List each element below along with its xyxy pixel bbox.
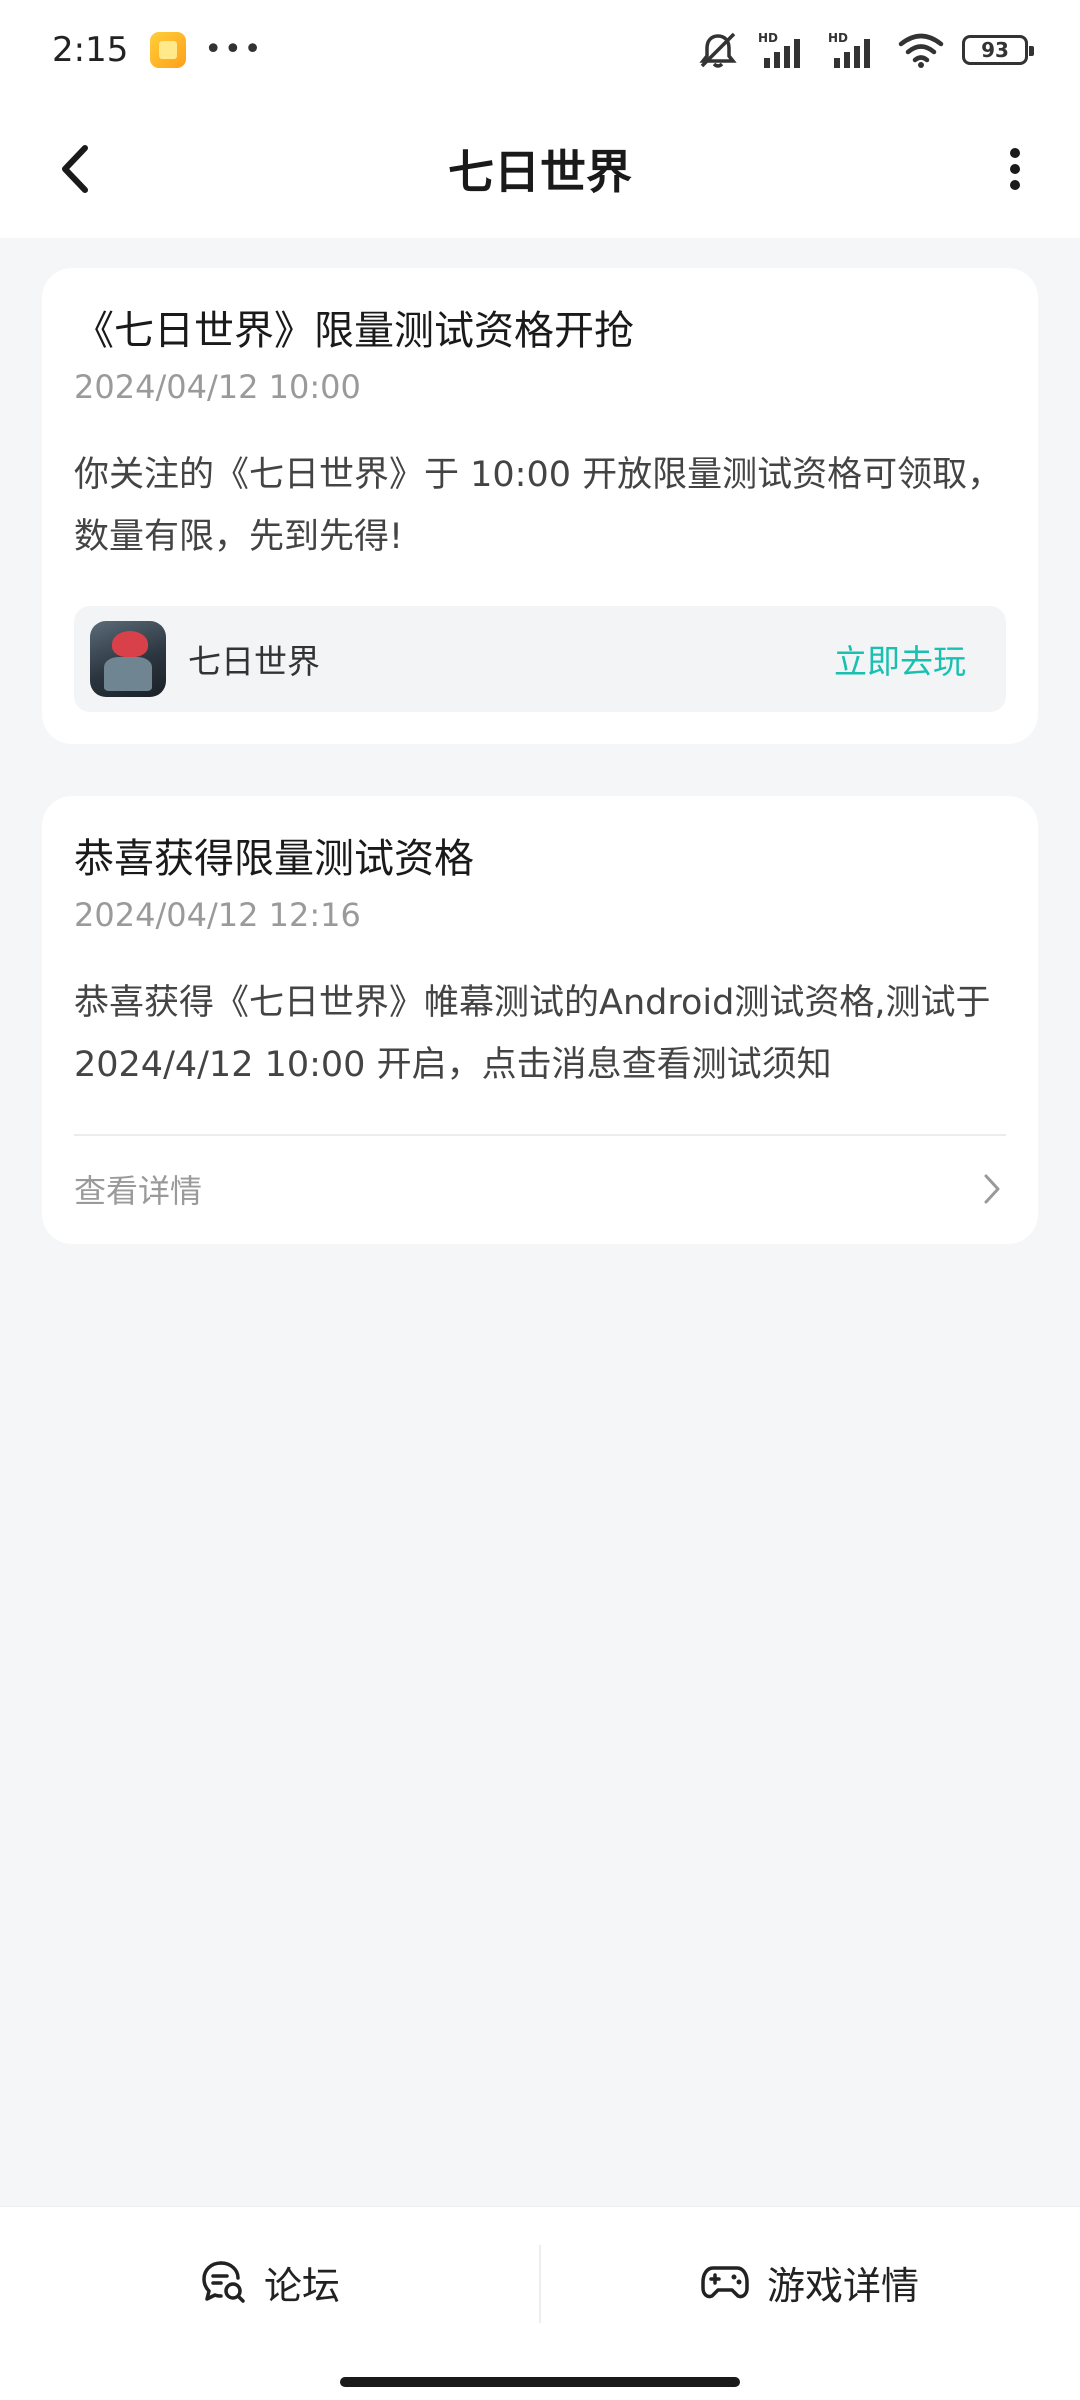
message-title: 《七日世界》限量测试资格开抢 [74,308,634,354]
wifi-icon [898,33,944,68]
home-indicator[interactable] [340,2377,740,2387]
page-title: 七日世界 [448,145,632,199]
battery-level: 93 [981,38,1009,62]
gamepad-icon [701,2266,749,2299]
title-bar: 七日世界 [0,100,1080,238]
message-time: 2024/04/12 12:16 [74,896,361,934]
hd-signal-icon: HD [758,31,800,68]
forum-tab[interactable]: 论坛 [0,2207,540,2357]
status-bar: 2:15 ••• HD HD 93 [0,0,1080,100]
game-detail-tab[interactable]: 游戏详情 [540,2207,1080,2357]
view-details-label: 查看详情 [74,1172,203,1210]
more-dots-icon: ••• [204,32,264,67]
bottom-bar: 论坛 游戏详情 [0,2206,1080,2400]
back-arrow-icon [62,145,88,193]
play-now-button[interactable]: 立即去玩 [834,635,966,683]
chevron-right-icon [984,1174,1000,1204]
game-icon [90,621,166,697]
back-button[interactable] [40,134,110,204]
vertical-dots-icon [1010,148,1020,190]
game-row[interactable]: 七日世界 立即去玩 [74,606,1006,712]
mute-icon [699,32,737,68]
forum-label: 论坛 [263,2263,340,2308]
more-options-button[interactable] [980,134,1050,204]
message-body: 恭喜获得《七日世界》帷幕测试的Android测试资格,测试于 2024/4/12… [74,983,991,1085]
message-title: 恭喜获得限量测试资格 [74,836,474,882]
message-card[interactable]: 《七日世界》限量测试资格开抢 2024/04/12 10:00 你关注的《七日世… [42,268,1038,744]
hd-signal-icon: HD [828,31,870,68]
screen: 2:15 ••• HD HD 93 七日世界 《七日世界》限量测试资格开抢 20… [0,0,1080,2400]
game-name: 七日世界 [188,642,320,681]
svg-text:HD: HD [758,31,778,45]
app-notification-icon [150,32,187,68]
battery-icon: 93 [962,35,1034,65]
game-detail-label: 游戏详情 [766,2263,919,2308]
svg-text:HD: HD [828,31,848,45]
forum-icon [202,2261,245,2303]
status-time: 2:15 [52,30,129,70]
message-card[interactable]: 恭喜获得限量测试资格 2024/04/12 12:16 恭喜获得《七日世界》帷幕… [42,796,1038,1244]
message-time: 2024/04/12 10:00 [74,368,361,406]
view-details-row[interactable]: 查看详情 [74,1136,1006,1242]
status-icons: HD HD 93 [696,30,1034,70]
message-body: 你关注的《七日世界》于 10:00 开放限量测试资格可领取，数量有限，先到先得! [74,455,1003,557]
